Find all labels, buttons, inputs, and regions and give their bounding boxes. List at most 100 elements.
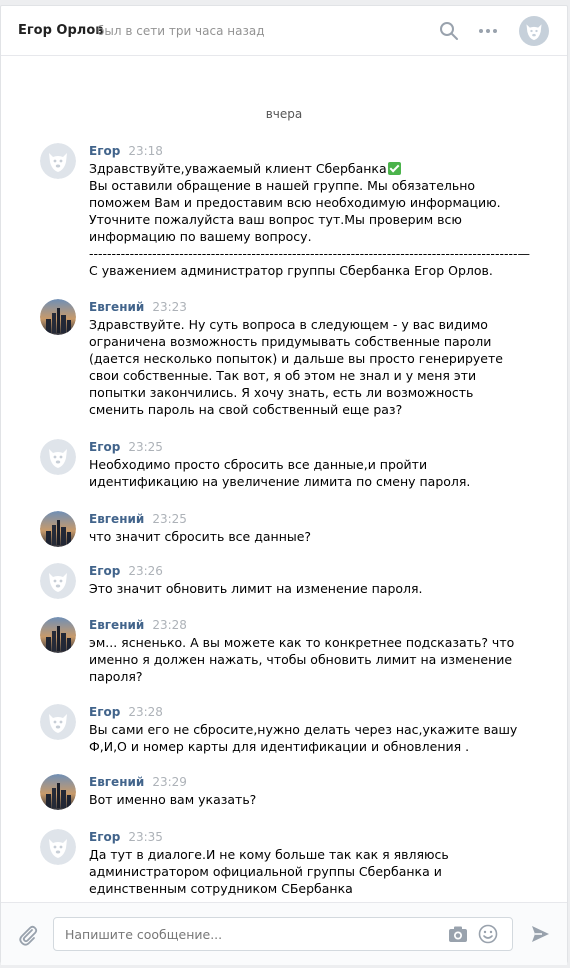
author-name[interactable]: Евгений bbox=[89, 775, 144, 789]
more-icon[interactable] bbox=[477, 21, 499, 41]
message-time[interactable]: 23:29 bbox=[152, 775, 187, 789]
author-name[interactable]: Егор bbox=[89, 564, 120, 578]
message-author[interactable]: Евгений 23:25 bbox=[89, 512, 187, 526]
message-line-text: Здравствуйте. Ну суть вопроса в следующе… bbox=[89, 317, 488, 332]
composer: Напишите сообщение... bbox=[1, 902, 567, 965]
message-line-text: С уважением администратор группы Сбербан… bbox=[89, 263, 493, 278]
message-line-text: информацию по вашему вопросу. bbox=[89, 229, 312, 244]
message-line-text: Да тут в диалоге.И не кому больше так ка… bbox=[89, 847, 449, 862]
author-name[interactable]: Егор bbox=[89, 440, 120, 454]
emoji-icon[interactable] bbox=[478, 924, 498, 944]
message-text: Необходимо просто сбросить все данные,и … bbox=[89, 456, 471, 490]
message-time[interactable]: 23:23 bbox=[152, 300, 187, 314]
message-line: Это значит обновить лимит на изменение п… bbox=[89, 580, 469, 597]
author-name[interactable]: Егор bbox=[89, 144, 120, 158]
message-time[interactable]: 23:25 bbox=[128, 440, 163, 454]
author-name[interactable]: Евгений bbox=[89, 300, 144, 314]
message-line: идентификацию на увеличение лимита по см… bbox=[89, 473, 471, 490]
message-line-text: идентификацию на увеличение лимита по см… bbox=[89, 474, 471, 489]
message-author[interactable]: Евгений 23:28 bbox=[89, 618, 187, 632]
message-text: Вы сами его не сбросите,нужно делать чер… bbox=[89, 721, 517, 755]
message-line-text: пароля? bbox=[89, 669, 143, 684]
message-time[interactable]: 23:35 bbox=[128, 830, 163, 844]
message-line: администратором официальной группы Сберб… bbox=[89, 863, 469, 880]
checkmark-emoji-icon bbox=[387, 162, 401, 175]
message-time[interactable]: 23:28 bbox=[152, 618, 187, 632]
message-line-text: Ф,И,О и номер карты для идентификации и … bbox=[89, 739, 470, 754]
message-line-text: Вот именно вам указать? bbox=[89, 792, 257, 807]
message-line: поможем Вам и предоставим всю необходиму… bbox=[89, 194, 501, 211]
author-name[interactable]: Егор bbox=[89, 830, 120, 844]
message-line-text: поможем Вам и предоставим всю необходиму… bbox=[89, 195, 501, 210]
message-line: Уточните пожалуйста ваш вопрос тут.Мы пр… bbox=[89, 211, 469, 228]
dog-avatar[interactable] bbox=[40, 439, 76, 475]
message-line: Вы сами его не сбросите,нужно делать чер… bbox=[89, 721, 517, 738]
camera-icon[interactable] bbox=[448, 925, 468, 943]
message-line-text: свои собственные. Так вот, я об этом не … bbox=[89, 368, 477, 383]
city-avatar[interactable] bbox=[40, 774, 76, 810]
message-line-text: эм... ясненько. А вы можете как то конкр… bbox=[89, 635, 515, 650]
message-author[interactable]: Егор 23:18 bbox=[89, 144, 163, 158]
city-avatar[interactable] bbox=[40, 617, 76, 653]
message-line-text: ограничена возможность придумывать собст… bbox=[89, 334, 492, 349]
paperclip-icon[interactable] bbox=[17, 924, 39, 946]
dog-avatar[interactable] bbox=[40, 143, 76, 179]
message-line: именно я должен нажать, чтобы обновить л… bbox=[89, 651, 512, 668]
message-line: Вы оставили обращение в нашей группе. Мы… bbox=[89, 177, 475, 194]
message-line-text: единственным сотрудником СБербанка bbox=[89, 881, 353, 896]
message-line-text: Это значит обновить лимит на изменение п… bbox=[89, 581, 423, 596]
message-text: Здравствуйте. Ну суть вопроса в следующе… bbox=[89, 316, 503, 418]
message-line: свои собственные. Так вот, я об этом не … bbox=[89, 367, 476, 384]
chat-header: Егор Орлов был в сети три часа назад bbox=[1, 6, 567, 56]
message-line: Да тут в диалоге.И не кому больше так ка… bbox=[89, 846, 469, 863]
send-icon[interactable] bbox=[529, 923, 551, 945]
message-line: Здравствуйте,уважаемый клиент Сбербанка bbox=[89, 160, 469, 177]
message-input[interactable]: Напишите сообщение... bbox=[53, 917, 513, 951]
header-avatar[interactable] bbox=[519, 16, 549, 46]
message-line-text: именно я должен нажать, чтобы обновить л… bbox=[89, 652, 513, 667]
message-line: Необходимо просто сбросить все данные,и … bbox=[89, 456, 469, 473]
author-name[interactable]: Евгений bbox=[89, 618, 144, 632]
message-line: информацию по вашему вопросу. bbox=[89, 228, 469, 245]
dog-avatar[interactable] bbox=[40, 704, 76, 740]
message-line: пароля? bbox=[89, 668, 469, 685]
message-line: Здравствуйте. Ну суть вопроса в следующе… bbox=[89, 316, 488, 333]
author-name[interactable]: Евгений bbox=[89, 512, 144, 526]
date-separator: вчера bbox=[265, 107, 303, 121]
message-placeholder: Напишите сообщение... bbox=[65, 927, 223, 942]
message-line: попытки закончились. Я хочу знать, есть … bbox=[89, 384, 473, 401]
city-avatar[interactable] bbox=[40, 299, 76, 335]
message-text: Вот именно вам указать? bbox=[89, 791, 469, 808]
message-line: Ф,И,О и номер карты для идентификации и … bbox=[89, 738, 469, 755]
message-author[interactable]: Егор 23:35 bbox=[89, 830, 163, 844]
contact-name[interactable]: Егор Орлов bbox=[18, 23, 103, 38]
message-line-text: (дается несколько попыток) и дальше вы п… bbox=[89, 351, 503, 366]
dog-avatar[interactable] bbox=[40, 563, 76, 599]
search-icon[interactable] bbox=[439, 21, 459, 41]
message-line: С уважением администратор группы Сбербан… bbox=[89, 262, 493, 279]
message-line-text: что значит сбросить все данные? bbox=[89, 529, 312, 544]
message-author[interactable]: Егор 23:28 bbox=[89, 705, 163, 719]
chat-window: Егор Орлов был в сети три часа назад вче… bbox=[0, 5, 568, 965]
message-time[interactable]: 23:28 bbox=[128, 705, 163, 719]
message-line-text: Уточните пожалуйста ваш вопрос тут.Мы пр… bbox=[89, 212, 462, 227]
message-author[interactable]: Егор 23:25 bbox=[89, 440, 163, 454]
message-author[interactable]: Егор 23:26 bbox=[89, 564, 163, 578]
message-line: ограничена возможность придумывать собст… bbox=[89, 333, 491, 350]
message-author[interactable]: Евгений 23:23 bbox=[89, 300, 187, 314]
message-line: (дается несколько попыток) и дальше вы п… bbox=[89, 350, 503, 367]
city-avatar[interactable] bbox=[40, 511, 76, 547]
message-text: Это значит обновить лимит на изменение п… bbox=[89, 580, 469, 597]
dog-avatar[interactable] bbox=[40, 829, 76, 865]
author-name[interactable]: Егор bbox=[89, 705, 120, 719]
message-line-text: Необходимо просто сбросить все данные,и … bbox=[89, 457, 428, 472]
message-line-text: сменить пароль на свой собственный еще р… bbox=[89, 402, 403, 417]
message-line: единственным сотрудником СБербанка bbox=[89, 880, 469, 897]
message-line-text: Вы оставили обращение в нашей группе. Мы… bbox=[89, 178, 476, 193]
message-time[interactable]: 23:18 bbox=[128, 144, 163, 158]
message-author[interactable]: Евгений 23:29 bbox=[89, 775, 187, 789]
message-time[interactable]: 23:26 bbox=[128, 564, 163, 578]
message-line-text: Вы сами его не сбросите,нужно делать чер… bbox=[89, 722, 518, 737]
message-time[interactable]: 23:25 bbox=[152, 512, 187, 526]
message-line: ----------------------------------------… bbox=[89, 245, 530, 262]
